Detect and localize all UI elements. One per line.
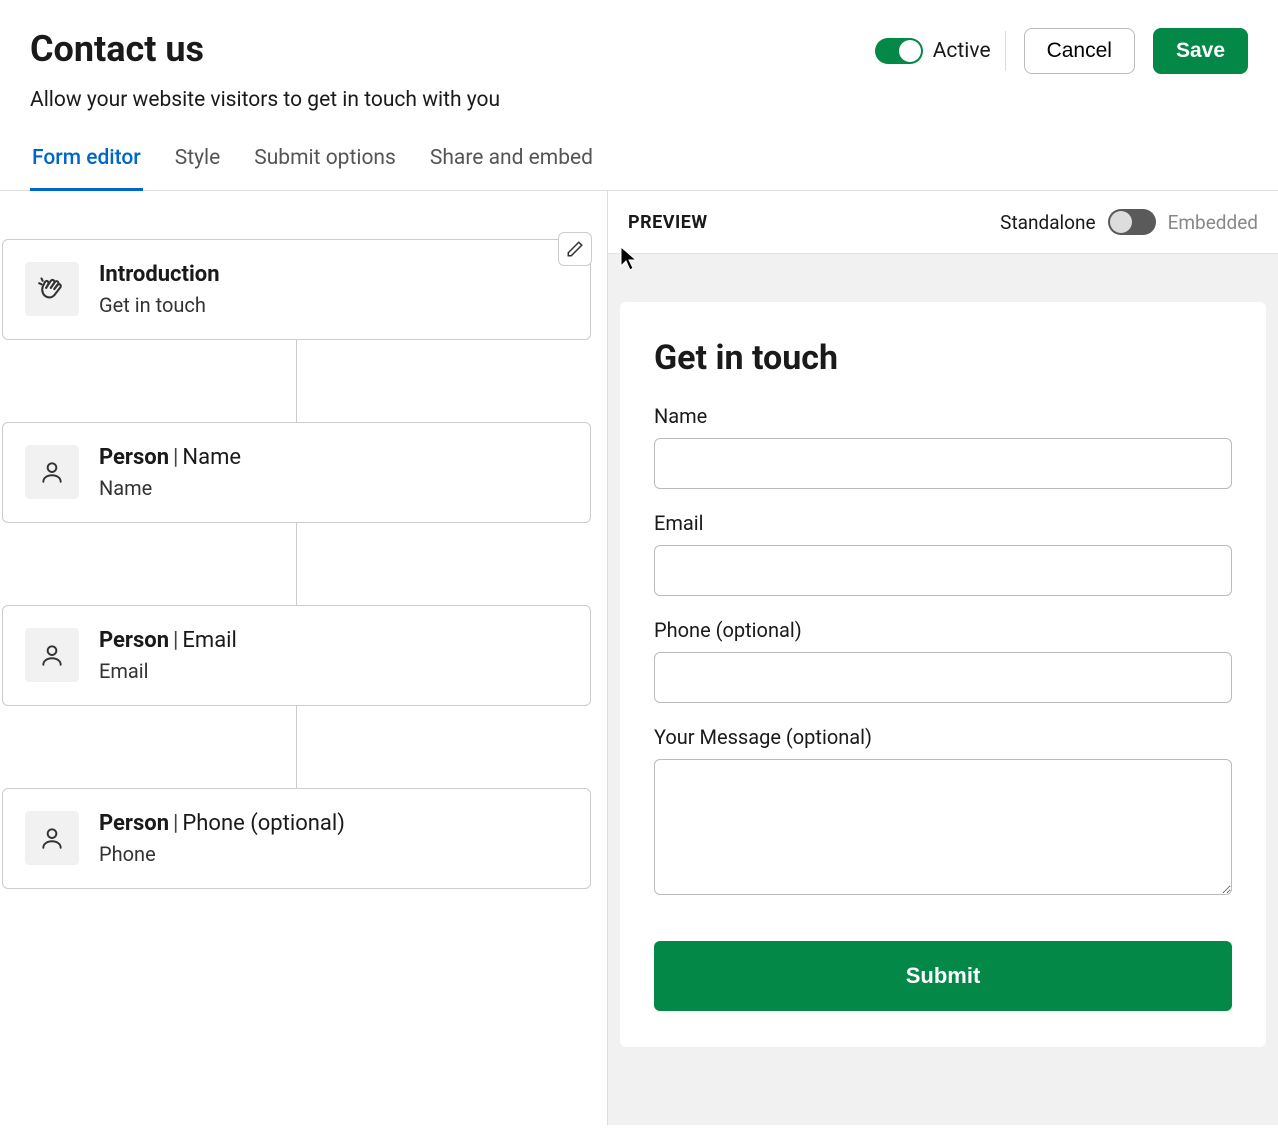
tab-form-editor[interactable]: Form editor: [30, 146, 143, 191]
block-subtitle: Name: [99, 476, 241, 500]
block-type-label: Person: [99, 445, 169, 470]
block-body: Person|Phone (optional) Phone: [99, 811, 345, 866]
header-left: Contact us Allow your website visitors t…: [30, 28, 500, 112]
block-list: Introduction Get in touch Person|Name Na…: [0, 239, 607, 889]
save-button[interactable]: Save: [1153, 28, 1248, 74]
email-input[interactable]: [654, 545, 1232, 596]
block-type-label: Introduction: [99, 262, 220, 287]
active-label: Active: [933, 39, 991, 63]
preview-label: PREVIEW: [628, 212, 708, 233]
preview-header: PREVIEW Standalone Embedded: [608, 191, 1278, 254]
block-introduction[interactable]: Introduction Get in touch: [2, 239, 591, 340]
message-textarea[interactable]: [654, 759, 1232, 895]
field-message: Your Message (optional): [654, 725, 1232, 899]
field-email: Email: [654, 511, 1232, 596]
header-actions: Active Cancel Save: [875, 28, 1248, 74]
block-person-name[interactable]: Person|Name Name: [2, 422, 591, 523]
active-toggle[interactable]: [875, 38, 923, 64]
preview-column: PREVIEW Standalone Embedded Get in touch…: [608, 191, 1278, 1125]
block-title: Person|Phone (optional): [99, 811, 345, 836]
block-detail-label: Name: [182, 445, 241, 470]
field-phone: Phone (optional): [654, 618, 1232, 703]
block-detail-label: Phone (optional): [182, 811, 344, 836]
person-icon: [25, 445, 79, 499]
block-body: Introduction Get in touch: [99, 262, 220, 317]
block-subtitle: Email: [99, 659, 237, 683]
page-header: Contact us Allow your website visitors t…: [0, 0, 1278, 112]
page-title: Contact us: [30, 28, 500, 70]
toggle-knob: [899, 40, 921, 62]
block-person-email[interactable]: Person|Email Email: [2, 605, 591, 706]
main-split: Introduction Get in touch Person|Name Na…: [0, 191, 1278, 1125]
pencil-icon: [566, 240, 584, 258]
block-subtitle: Phone: [99, 842, 345, 866]
block-subtitle: Get in touch: [99, 293, 220, 317]
field-label: Email: [654, 511, 1232, 535]
cancel-button[interactable]: Cancel: [1024, 28, 1135, 74]
tab-share-embed[interactable]: Share and embed: [428, 146, 595, 190]
block-title: Introduction: [99, 262, 220, 287]
submit-button[interactable]: Submit: [654, 941, 1232, 1011]
name-input[interactable]: [654, 438, 1232, 489]
person-icon: [25, 628, 79, 682]
mode-standalone-label: Standalone: [1000, 211, 1095, 234]
person-icon: [25, 811, 79, 865]
editor-column: Introduction Get in touch Person|Name Na…: [0, 191, 608, 1125]
wave-icon: [25, 262, 79, 316]
edit-block-button[interactable]: [558, 232, 592, 266]
preview-mode-toggle-group: Standalone Embedded: [1000, 209, 1258, 235]
field-name: Name: [654, 404, 1232, 489]
tab-submit-options[interactable]: Submit options: [252, 146, 398, 190]
page-subtitle: Allow your website visitors to get in to…: [30, 88, 500, 112]
form-title: Get in touch: [654, 338, 1232, 378]
block-body: Person|Name Name: [99, 445, 241, 500]
mode-embedded-label: Embedded: [1168, 211, 1258, 234]
field-label: Phone (optional): [654, 618, 1232, 642]
field-label: Your Message (optional): [654, 725, 1232, 749]
preview-mode-toggle[interactable]: [1108, 209, 1156, 235]
preview-body: Get in touch Name Email Phone (optional)…: [608, 254, 1278, 1125]
block-type-label: Person: [99, 811, 169, 836]
block-type-label: Person: [99, 628, 169, 653]
active-toggle-group: Active: [875, 31, 1006, 71]
tab-style[interactable]: Style: [173, 146, 223, 190]
block-detail-label: Email: [182, 628, 236, 653]
block-person-phone[interactable]: Person|Phone (optional) Phone: [2, 788, 591, 889]
field-label: Name: [654, 404, 1232, 428]
preview-form-card: Get in touch Name Email Phone (optional)…: [620, 302, 1266, 1047]
tab-bar: Form editor Style Submit options Share a…: [0, 112, 1278, 191]
block-title: Person|Email: [99, 628, 237, 653]
phone-input[interactable]: [654, 652, 1232, 703]
toggle-knob: [1110, 211, 1132, 233]
block-body: Person|Email Email: [99, 628, 237, 683]
block-title: Person|Name: [99, 445, 241, 470]
